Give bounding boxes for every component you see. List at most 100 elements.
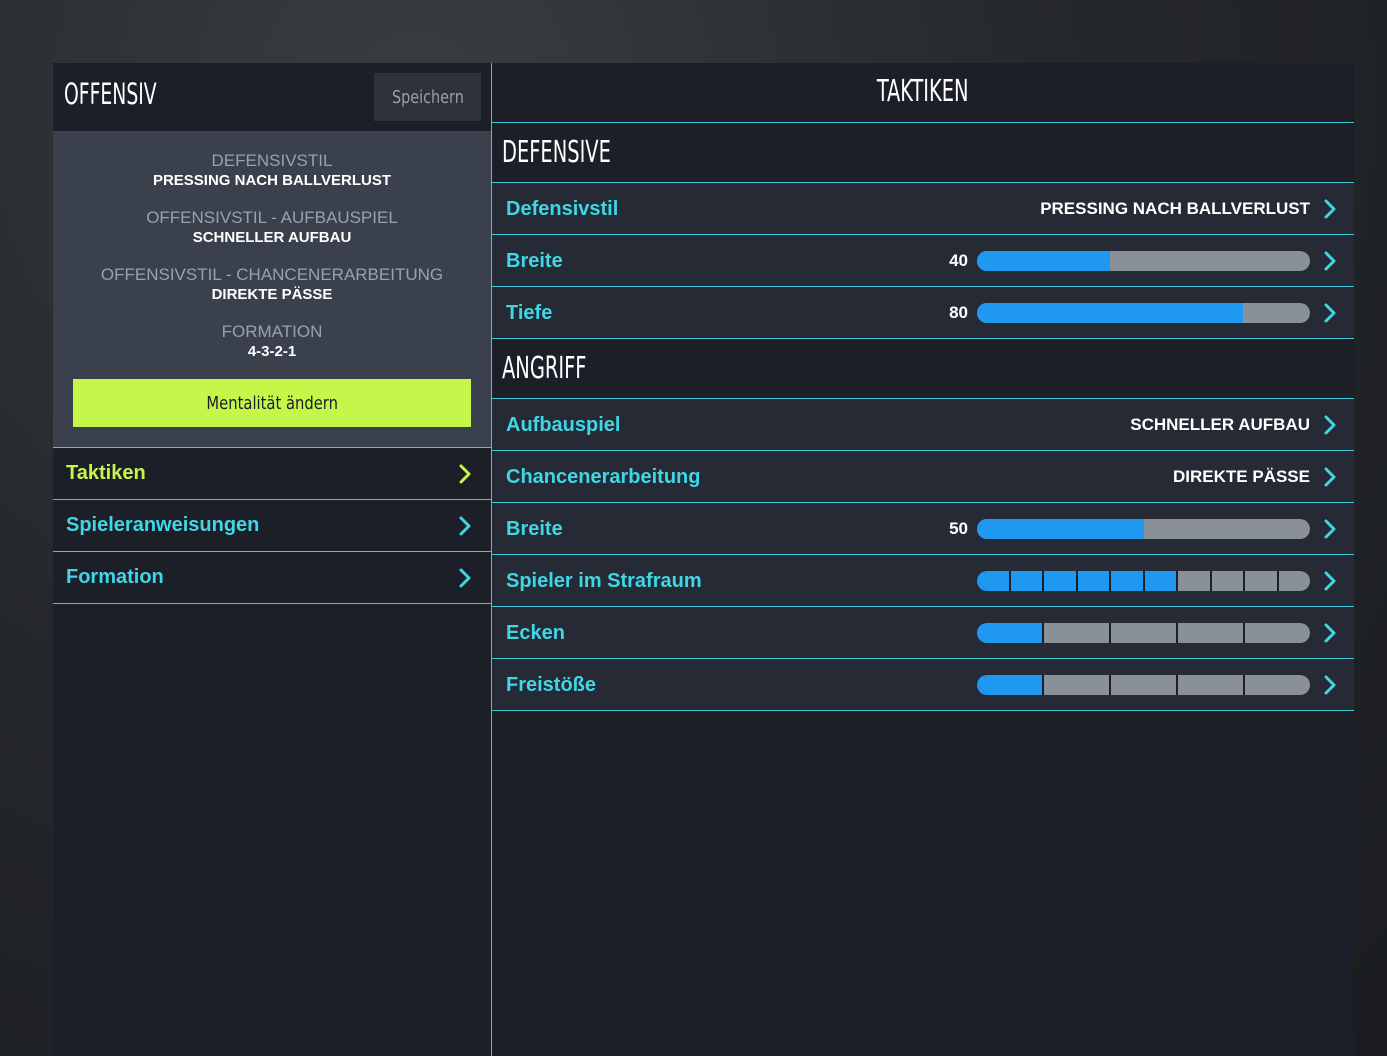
mentality-header: OFFENSIV Speichern [53,63,491,131]
page-title-text: TAKTIKEN [877,74,969,109]
row-corners[interactable]: Ecken [492,607,1354,659]
mentality-panel: OFFENSIV Speichern DEFENSIVSTIL PRESSING… [53,63,491,1056]
save-button-label: Speichern [391,86,464,108]
summary-defensive-style: DEFENSIVSTIL PRESSING NACH BALLVERLUST [53,151,491,191]
summary-label: DEFENSIVSTIL [211,151,333,170]
summary-value: PRESSING NACH BALLVERLUST [152,172,392,189]
slider-segment [1178,675,1243,695]
summary-chance-creation: OFFENSIVSTIL - CHANCENERARBEITUNG DIREKT… [53,265,491,305]
slider-segment [1044,623,1109,643]
row-label: Defensivstil [506,198,619,220]
chevron-right-icon [459,464,471,484]
row-label: Breite [506,250,563,272]
width-slider[interactable] [977,251,1310,271]
row-attack-width[interactable]: Breite 50 [492,503,1354,555]
slider-segment [1111,675,1176,695]
chevron-right-icon [1324,519,1336,539]
chevron-right-icon [1324,415,1336,435]
save-button[interactable]: Speichern [374,73,481,121]
side-nav: Taktiken Spieleranweisungen Formation [53,447,491,604]
corners-slider[interactable] [977,623,1310,643]
chevron-right-icon [459,568,471,588]
row-defensive-style[interactable]: Defensivstil PRESSING NACH BALLVERLUST [492,183,1354,235]
row-value: PRESSING NACH BALLVERLUST [1040,199,1310,218]
free-kicks-slider[interactable] [977,675,1310,695]
row-defensive-width[interactable]: Breite 40 [492,235,1354,287]
depth-slider[interactable] [977,303,1310,323]
chevron-right-icon [1324,467,1336,487]
section-heading: ANGRIFF [502,351,587,386]
players-in-box-slider[interactable] [977,571,1310,591]
slider-segment [1178,571,1210,591]
row-label: Spieler im Strafraum [506,570,702,592]
row-free-kicks[interactable]: Freistöße [492,659,1354,711]
row-number: 40 [949,251,968,270]
summary-formation: FORMATION 4-3-2-1 [53,322,491,362]
mentality-summary: DEFENSIVSTIL PRESSING NACH BALLVERLUST O… [53,131,491,447]
slider-segment [1278,571,1310,591]
nav-item-formation[interactable]: Formation [53,551,491,604]
row-number: 50 [949,519,968,538]
slider-segment [1010,571,1042,591]
row-players-in-box[interactable]: Spieler im Strafraum [492,555,1354,607]
slider-segment [1144,571,1176,591]
nav-item-player-instructions[interactable]: Spieleranweisungen [53,499,491,551]
summary-value: 4-3-2-1 [247,343,297,360]
change-mentality-button[interactable]: Mentalität ändern [73,379,471,427]
chevron-right-icon [1324,199,1336,219]
summary-label: FORMATION [221,322,323,341]
section-attack: ANGRIFF [492,339,1354,399]
row-value: SCHNELLER AUFBAU [1130,415,1310,434]
summary-label: OFFENSIVSTIL - CHANCENERARBEITUNG [100,265,444,284]
slider-segment [1245,623,1310,643]
chevron-right-icon [1324,251,1336,271]
nav-item-tactics[interactable]: Taktiken [53,447,491,499]
slider-segment [977,675,1042,695]
chevron-right-icon [1324,303,1336,323]
slider-fill [977,303,1244,323]
slider-segment [1044,571,1076,591]
summary-value: DIREKTE PÄSSE [211,286,333,303]
row-buildup-play[interactable]: Aufbauspiel SCHNELLER AUFBAU [492,399,1354,451]
slider-segment [977,571,1009,591]
slider-fill [977,251,1111,271]
row-label: Aufbauspiel [506,414,621,436]
width-slider[interactable] [977,519,1310,539]
change-mentality-label: Mentalität ändern [206,392,338,414]
tactics-panel: TAKTIKEN DEFENSIVE Defensivstil PRESSING… [491,63,1354,1056]
slider-segment [1077,571,1109,591]
row-number: 80 [949,303,968,322]
row-chance-creation[interactable]: Chancenerarbeitung DIREKTE PÄSSE [492,451,1354,503]
row-label: Chancenerarbeitung [506,466,701,488]
slider-segment [1044,675,1109,695]
row-label: Tiefe [506,302,553,324]
slider-fill [977,519,1144,539]
row-defensive-depth[interactable]: Tiefe 80 [492,287,1354,339]
slider-segment [1178,623,1243,643]
nav-item-label: Formation [66,566,164,588]
summary-label: OFFENSIVSTIL - AUFBAUSPIEL [146,208,398,227]
row-label: Freistöße [506,674,597,696]
mentality-title: OFFENSIV [64,77,157,111]
page-title: TAKTIKEN [492,63,1354,123]
slider-segment [1111,571,1143,591]
chevron-right-icon [459,516,471,536]
section-heading: DEFENSIVE [502,135,611,170]
summary-value: SCHNELLER AUFBAU [192,229,352,246]
slider-segment [1245,571,1277,591]
section-defensive: DEFENSIVE [492,123,1354,183]
row-value: DIREKTE PÄSSE [1173,467,1310,486]
row-label: Breite [506,518,563,540]
chevron-right-icon [1324,623,1336,643]
nav-item-label: Taktiken [66,462,146,484]
chevron-right-icon [1324,571,1336,591]
summary-buildup-style: OFFENSIVSTIL - AUFBAUSPIEL SCHNELLER AUF… [53,208,491,248]
row-label: Ecken [506,622,565,644]
slider-segment [1111,623,1176,643]
slider-segment [1245,675,1310,695]
chevron-right-icon [1324,675,1336,695]
slider-segment [1211,571,1243,591]
tactics-list: DEFENSIVE Defensivstil PRESSING NACH BAL… [492,123,1354,711]
slider-segment [977,623,1042,643]
nav-item-label: Spieleranweisungen [66,514,260,536]
